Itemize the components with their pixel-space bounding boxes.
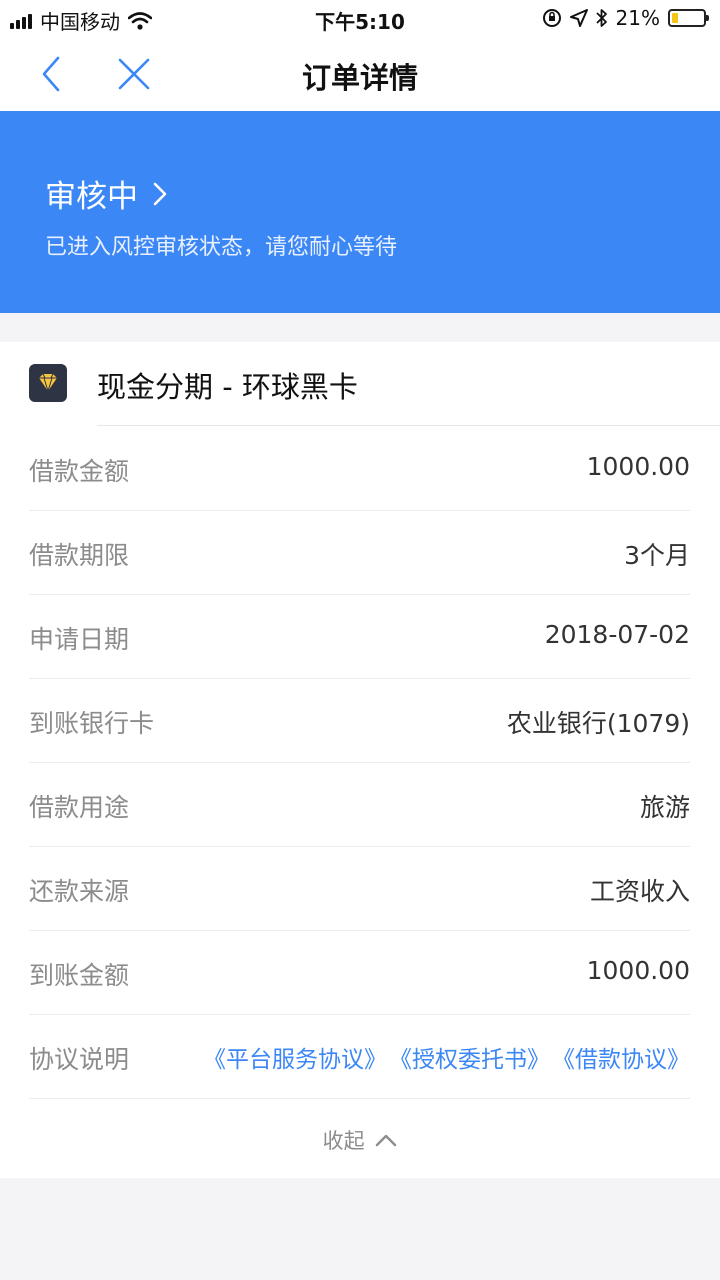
- review-status-description: 已进入风控审核状态，请您耐心等待: [45, 235, 398, 260]
- chevron-up-icon: [376, 1134, 397, 1147]
- detail-row-received-amount: 到账金额 1000.00: [29, 930, 690, 1015]
- product-header: 现金分期 - 环球黑卡: [0, 342, 720, 426]
- nav-bar: 订单详情: [0, 38, 720, 111]
- row-value: 2018-07-02: [544, 620, 690, 649]
- collapse-label: 收起: [322, 1129, 365, 1153]
- loan-agreement-link[interactable]: 《借款协议》: [552, 1040, 690, 1074]
- row-value: 1000.00: [586, 452, 690, 481]
- detail-row-agreements: 协议说明 《平台服务协议》 《授权委托书》 《借款协议》: [29, 1014, 690, 1099]
- authorization-letter-link[interactable]: 《授权委托书》: [389, 1040, 550, 1074]
- detail-row-apply-date: 申请日期 2018-07-02: [29, 594, 690, 679]
- row-label: 借款期限: [29, 541, 130, 570]
- row-value: 1000.00: [586, 956, 690, 985]
- battery-icon: [668, 9, 709, 27]
- row-label: 到账银行卡: [29, 709, 155, 738]
- row-label: 到账金额: [29, 961, 130, 990]
- product-title: 现金分期 - 环球黑卡: [97, 370, 358, 404]
- diamond-icon: [29, 364, 67, 402]
- collapse-button[interactable]: 收起: [0, 1125, 720, 1155]
- row-label: 借款金额: [29, 457, 130, 486]
- detail-row-loan-amount: 借款金额 1000.00: [29, 426, 690, 511]
- row-label: 申请日期: [29, 625, 130, 654]
- agreement-links: 《平台服务协议》 《授权委托书》 《借款协议》: [203, 1040, 690, 1074]
- location-icon: [569, 9, 588, 27]
- row-value: 3个月: [624, 541, 690, 570]
- platform-service-agreement-link[interactable]: 《平台服务协议》: [203, 1040, 387, 1074]
- review-status-label: 审核中: [45, 179, 138, 215]
- row-value: 工资收入: [589, 877, 690, 906]
- status-bar: 中国移动 下午5:10 21%: [0, 0, 720, 38]
- order-details-card: 现金分期 - 环球黑卡 借款金额 1000.00 借款期限 3个月 申请日期 2…: [0, 342, 720, 1178]
- detail-row-bank-card: 到账银行卡 农业银行(1079): [29, 678, 690, 763]
- detail-row-loan-term: 借款期限 3个月: [29, 510, 690, 595]
- detail-row-loan-purpose: 借款用途 旅游: [29, 762, 690, 847]
- battery-level: [672, 13, 679, 23]
- page-title: 订单详情: [301, 61, 418, 95]
- battery-percent: 21%: [615, 6, 660, 30]
- detail-row-repayment-source: 还款来源 工资收入: [29, 846, 690, 931]
- bluetooth-icon: [595, 9, 607, 27]
- row-label: 协议说明: [29, 1045, 130, 1074]
- row-label: 借款用途: [29, 793, 130, 822]
- row-value: 旅游: [639, 793, 690, 822]
- row-value: 农业银行(1079): [506, 709, 690, 738]
- review-status-link[interactable]: 审核中: [45, 171, 168, 216]
- orientation-lock-icon: [542, 9, 561, 27]
- chevron-right-icon: [153, 182, 167, 205]
- status-banner: 审核中 已进入风控审核状态，请您耐心等待: [0, 111, 720, 313]
- row-label: 还款来源: [29, 877, 130, 906]
